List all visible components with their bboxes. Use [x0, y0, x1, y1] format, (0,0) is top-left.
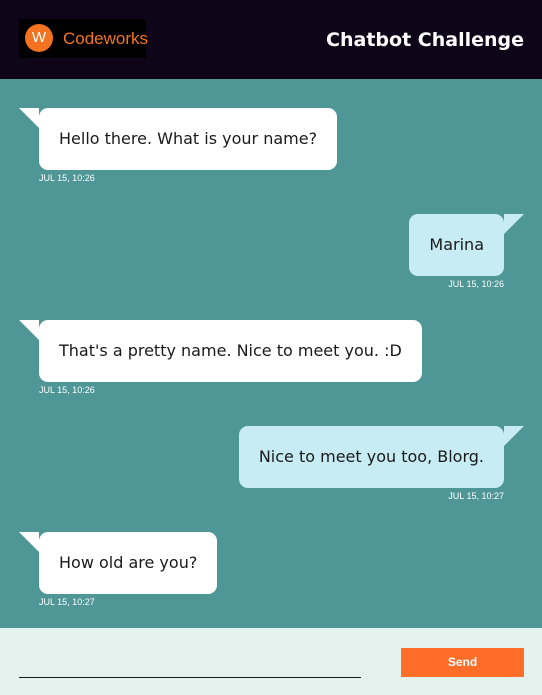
bubble-tail	[19, 320, 39, 340]
message-bot: How old are you? JUL 15, 10:27	[19, 532, 219, 610]
message-bubble: How old are you?	[39, 532, 218, 594]
bubble-tail	[19, 532, 39, 552]
codeworks-logo-icon: W	[25, 24, 53, 52]
message-bot: Hello there. What is your name? JUL 15, …	[19, 108, 338, 186]
composer: Send	[0, 628, 542, 695]
message-bot: That's a pretty name. Nice to meet you. …	[19, 320, 422, 398]
header: W Codeworks Chatbot Challenge	[0, 0, 542, 79]
bubble-tail	[504, 214, 524, 234]
bubble-tail	[504, 426, 524, 446]
message-bubble: Marina	[409, 214, 504, 276]
message-timestamp: JUL 15, 10:26	[39, 385, 95, 395]
message-user: Marina JUL 15, 10:26	[403, 214, 524, 292]
message-timestamp: JUL 15, 10:26	[39, 173, 95, 183]
message-timestamp: JUL 15, 10:27	[39, 597, 95, 607]
message-user: Nice to meet you too, Blorg. JUL 15, 10:…	[238, 426, 524, 504]
chat-app: W Codeworks Chatbot Challenge Hello ther…	[0, 0, 542, 695]
message-input[interactable]	[19, 648, 361, 678]
bubble-tail	[19, 108, 39, 128]
send-button[interactable]: Send	[401, 648, 524, 677]
codeworks-logo: W Codeworks	[19, 19, 149, 58]
message-bubble: That's a pretty name. Nice to meet you. …	[39, 320, 422, 382]
logo-text: Codeworks	[63, 29, 149, 48]
message-bubble: Hello there. What is your name?	[39, 108, 338, 170]
page-title: Chatbot Challenge	[326, 29, 524, 51]
message-bubble: Nice to meet you too, Blorg.	[238, 426, 504, 488]
message-timestamp: JUL 15, 10:26	[448, 279, 504, 289]
message-timestamp: JUL 15, 10:27	[448, 491, 504, 501]
